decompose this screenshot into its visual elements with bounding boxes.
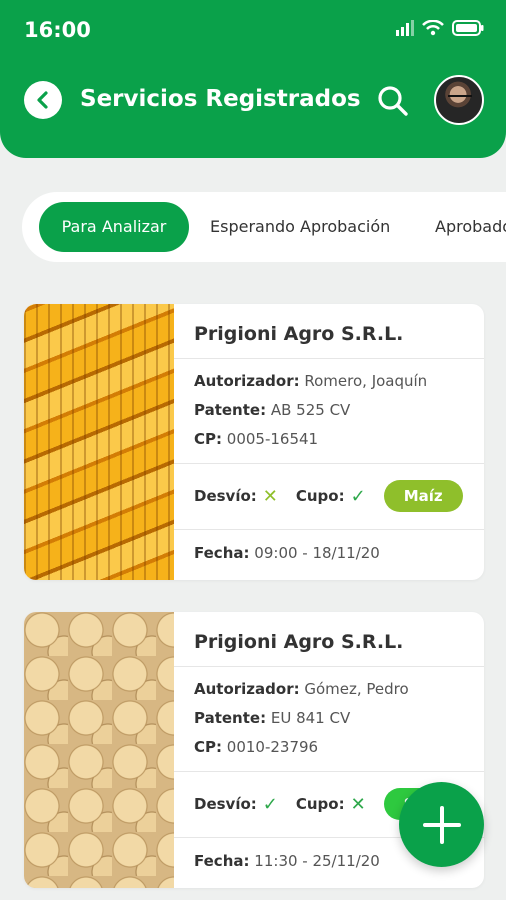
- add-service-button[interactable]: [399, 782, 484, 867]
- status-tabs: Para Analizar Esperando Aprobación Aprob…: [22, 192, 506, 262]
- divider: [174, 666, 484, 667]
- cp-row: CP: 0010-23796: [194, 738, 319, 756]
- divider: [174, 358, 484, 359]
- wifi-icon: [422, 20, 444, 36]
- divider: [174, 529, 484, 530]
- chevron-left-icon: [37, 91, 48, 109]
- desvio-label: Desvío:: [194, 487, 257, 505]
- corn-image: [24, 304, 174, 580]
- search-icon: [378, 86, 408, 116]
- cupo-label: Cupo:: [295, 487, 345, 505]
- check-icon: ✓: [350, 485, 366, 507]
- grain-tag: Maíz: [383, 480, 463, 512]
- fecha-row: Fecha: 09:00 - 18/11/20: [194, 544, 380, 562]
- check-icon: ✓: [262, 793, 278, 815]
- company-name: Prigioni Agro S.R.L.: [194, 631, 404, 653]
- autorizador-row: Autorizador: Gómez, Pedro: [194, 680, 409, 698]
- divider: [174, 463, 484, 464]
- x-icon: ✕: [350, 793, 366, 815]
- plus-icon: [422, 805, 461, 844]
- cp-row: CP: 0005-16541: [194, 430, 319, 448]
- battery-icon: [452, 20, 484, 36]
- status-row: Desvío: ✕ Cupo: ✓ Maíz: [194, 480, 463, 512]
- user-avatar[interactable]: [434, 75, 484, 125]
- app-header: 16:00 Servicios Registrados: [0, 0, 506, 158]
- patente-row: Patente: AB 525 CV: [194, 401, 351, 419]
- page-title: Servicios Registrados: [80, 86, 361, 112]
- cupo-label: Cupo:: [295, 795, 345, 813]
- tab-esperando-aprobacion[interactable]: Esperando Aprobación: [210, 202, 390, 252]
- service-card[interactable]: Prigioni Agro S.R.L. Autorizador: Romero…: [24, 304, 484, 580]
- signal-icon: [396, 20, 414, 36]
- desvio-label: Desvío:: [194, 795, 257, 813]
- soybean-image: [24, 612, 174, 888]
- divider: [174, 771, 484, 772]
- search-button[interactable]: [376, 84, 410, 118]
- autorizador-row: Autorizador: Romero, Joaquín: [194, 372, 428, 390]
- back-button[interactable]: [24, 81, 62, 119]
- tab-aprobados[interactable]: Aprobados: [435, 202, 506, 252]
- company-name: Prigioni Agro S.R.L.: [194, 323, 404, 345]
- patente-row: Patente: EU 841 CV: [194, 709, 351, 727]
- x-icon: ✕: [262, 485, 278, 507]
- status-time: 16:00: [24, 18, 91, 42]
- tab-para-analizar[interactable]: Para Analizar: [39, 202, 189, 252]
- fecha-row: Fecha: 11:30 - 25/11/20: [194, 852, 380, 870]
- status-icons: [396, 20, 484, 36]
